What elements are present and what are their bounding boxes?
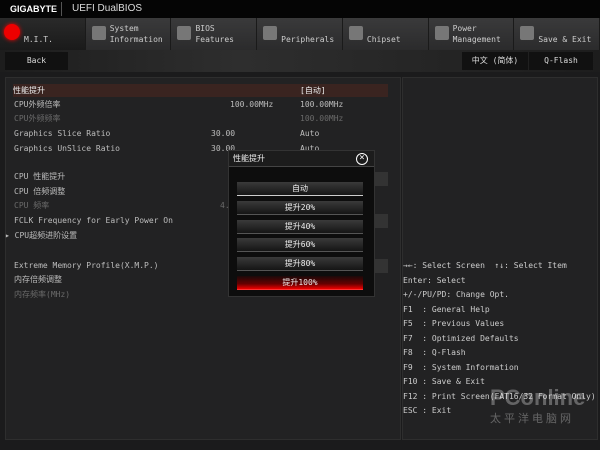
help-line: +/-/PU/PD: Change Opt. (403, 290, 509, 299)
tab-label: Power Management (452, 24, 501, 44)
divider (61, 2, 62, 16)
setting-row[interactable]: CPU 性能提升 (14, 170, 65, 183)
value-box (375, 214, 388, 228)
setting-label: 内存频率(MHz) (14, 290, 71, 299)
watermark-sub: 太平洋电脑网 (490, 412, 574, 425)
setting-row: CPU外频频率 100.00MHz (14, 112, 343, 125)
main-tabs: M.I.T. System Information BIOS Features … (0, 18, 600, 50)
setting-row[interactable]: 内存倍频调整 (14, 273, 62, 286)
popup-title: 性能提升 × (229, 151, 374, 167)
value-box (375, 172, 388, 186)
option-popup: 性能提升 × 自动 提升20% 提升40% 提升60% 提升80% 提升100% (228, 150, 375, 297)
setting-label: Extreme Memory Profile(X.M.P.) (14, 261, 159, 270)
option-20[interactable]: 提升20% (237, 201, 363, 215)
chipset-icon (348, 26, 363, 40)
setting-current: 100.00MHz (230, 100, 274, 109)
setting-value: 100.00MHz (300, 100, 344, 109)
setting-label: CPU 倍频调整 (14, 187, 66, 196)
option-60[interactable]: 提升60% (237, 238, 363, 252)
toolbar: Back 中文 (简体) Q-Flash (0, 50, 600, 72)
tab-label: Save & Exit (538, 35, 592, 44)
tab-chipset[interactable]: Chipset (342, 18, 429, 50)
option-100-selected[interactable]: 提升100% (237, 276, 363, 290)
tab-save-exit[interactable]: Save & Exit (514, 18, 600, 50)
setting-label: CPU 性能提升 (14, 172, 66, 181)
setting-row: 内存频率(MHz) (14, 288, 70, 301)
product-title: UEFI DualBIOS (72, 3, 143, 14)
setting-row[interactable]: CPU外频倍率 100.00MHz 100.00MHz (14, 98, 343, 111)
setting-label: CPU外频频率 (14, 114, 61, 123)
setting-label: Graphics UnSlice Ratio (14, 144, 120, 153)
gear-icon (91, 26, 106, 40)
watermark: PConline (490, 385, 586, 410)
submenu-cpu-advanced[interactable]: ▸ CPU超频进阶设置 (5, 229, 77, 242)
mit-icon (4, 24, 20, 40)
setting-row[interactable]: Graphics Slice Ratio 30.00 Auto (14, 127, 319, 140)
popup-title-text: 性能提升 (233, 154, 265, 163)
triangle-right-icon: ▸ (5, 231, 15, 240)
setting-row[interactable]: FCLK Frequency for Early Power On] (14, 214, 374, 227)
tab-system-information[interactable]: System Information (85, 18, 172, 50)
tab-label: Chipset (366, 35, 401, 44)
help-line: F5 : Previous Values (403, 319, 505, 328)
setting-row: CPU 频率 4. (14, 199, 230, 212)
exit-icon (520, 26, 535, 40)
power-icon (434, 26, 449, 40)
tab-bios-features[interactable]: BIOS Features (171, 18, 258, 50)
gigabyte-logo: GIGABYTE (10, 4, 58, 14)
help-line: F1 : General Help (403, 304, 490, 314)
tab-mit[interactable]: M.I.T. (0, 18, 86, 50)
help-line: Enter: Select (403, 275, 466, 285)
tab-label: System Information (109, 24, 163, 44)
setting-row[interactable]: CPU 倍频调整 (14, 185, 65, 198)
setting-label: FCLK Frequency for Early Power On (14, 216, 173, 225)
setting-label: CPU 频率 (14, 201, 50, 210)
language-button[interactable]: 中文 (简体) (462, 52, 528, 70)
qflash-button[interactable]: Q-Flash (529, 52, 593, 70)
option-auto[interactable]: 自动 (237, 182, 363, 196)
bios-icon (177, 26, 192, 40)
setting-value: [自动] (300, 86, 326, 95)
tab-peripherals[interactable]: Peripherals (257, 18, 343, 50)
help-line: →←: Select Screen ↑↓: Select Item (403, 261, 567, 270)
setting-label: 内存倍频调整 (14, 275, 62, 284)
setting-value: Auto (300, 129, 320, 138)
back-button[interactable]: Back (5, 52, 68, 70)
setting-label: Graphics Slice Ratio (14, 129, 111, 138)
setting-row[interactable]: Graphics UnSlice Ratio 30.00 Auto (14, 142, 319, 155)
setting-value: 100.00MHz (300, 114, 344, 123)
tab-label: BIOS Features (195, 24, 234, 44)
close-icon[interactable]: × (356, 153, 368, 165)
option-80[interactable]: 提升80% (237, 257, 363, 271)
help-line: F8 : Q-Flash (403, 348, 466, 357)
tab-power-management[interactable]: Power Management (428, 18, 515, 50)
setting-row[interactable]: Extreme Memory Profile(X.M.P.) (14, 259, 159, 272)
tab-label: Peripherals (281, 35, 335, 44)
tab-label: M.I.T. (24, 35, 53, 44)
setting-label: CPU超频进阶设置 (14, 231, 78, 240)
setting-row-performance-boost[interactable]: 性能提升 [自动] (13, 84, 388, 97)
setting-label: 性能提升 (13, 86, 45, 95)
help-line: F7 : Optimized Defaults (403, 333, 519, 343)
peripherals-icon (263, 26, 278, 40)
help-line: F9 : System Information (403, 362, 519, 372)
option-40[interactable]: 提升40% (237, 220, 363, 234)
value-box (375, 259, 388, 273)
setting-label: CPU外频倍率 (14, 100, 61, 109)
setting-current: 30.00 (211, 129, 236, 138)
